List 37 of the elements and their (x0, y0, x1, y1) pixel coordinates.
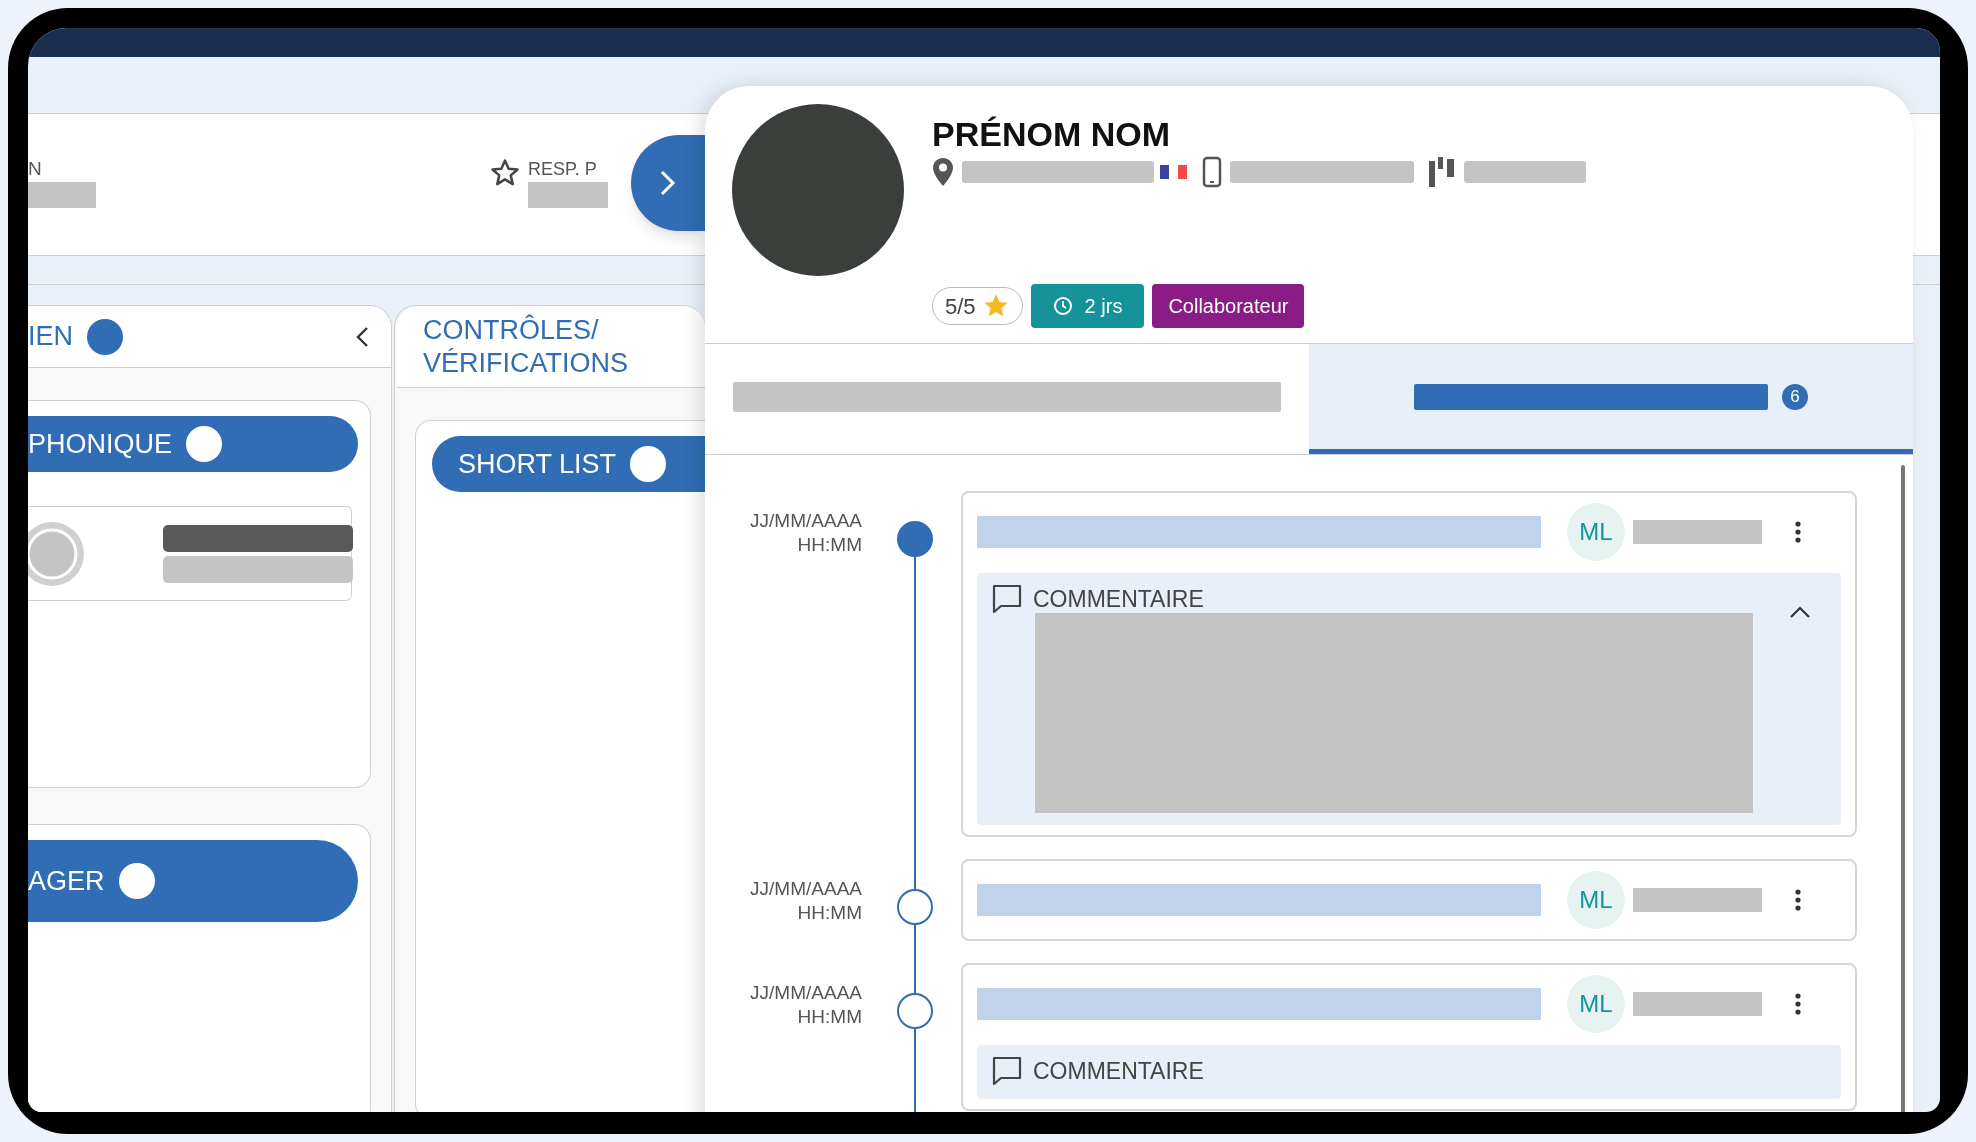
role-badge: Collaborateur (1152, 284, 1305, 328)
comment-icon (991, 583, 1023, 615)
star-icon (490, 158, 520, 188)
more-icon[interactable] (1794, 520, 1802, 544)
chevron-up-icon[interactable] (1789, 605, 1811, 619)
chevron-left-icon[interactable] (355, 324, 371, 349)
clock-icon (1052, 296, 1073, 316)
field-label: N (28, 158, 43, 180)
phone-icon (1202, 156, 1222, 188)
candidate-card[interactable] (28, 506, 352, 601)
location-pin-icon (932, 157, 954, 187)
scrollbar[interactable] (1901, 465, 1905, 1112)
entry-time: HH:MM (796, 901, 862, 925)
stage-pill[interactable]: PHONIQUE (28, 416, 358, 472)
duration-badge: 2 jrs (1030, 284, 1145, 328)
more-icon[interactable] (1794, 888, 1802, 912)
entry-date: JJ/MM/AAAA (749, 877, 862, 901)
stage-pill[interactable]: AGER (28, 840, 358, 922)
column-title: CONTRÔLES/ VÉRIFICATIONS (423, 313, 630, 380)
comment-icon (991, 1055, 1023, 1087)
more-icon[interactable] (1794, 992, 1802, 1016)
stage-pill[interactable]: SHORT LIST (432, 436, 705, 492)
comment-label: COMMENTAIRE (1033, 585, 1204, 613)
initials-avatar: ML (1567, 871, 1625, 929)
comment-label: COMMENTAIRE (1033, 1057, 1204, 1085)
flag-icon (1158, 165, 1190, 179)
field-label: RESP. P (528, 158, 598, 180)
initials-avatar: ML (1567, 503, 1625, 561)
entry-time: HH:MM (796, 533, 862, 557)
profile-name: PRÉNOM NOM (932, 114, 1171, 154)
initials-avatar: ML (1567, 975, 1625, 1033)
tab[interactable]: 6 (1309, 344, 1913, 454)
entry-date: JJ/MM/AAAA (749, 509, 862, 533)
count-badge: 6 (1782, 383, 1808, 410)
entry-date: JJ/MM/AAAA (749, 981, 862, 1005)
entry-time: HH:MM (796, 1005, 862, 1029)
column-title: IEN (28, 320, 73, 353)
